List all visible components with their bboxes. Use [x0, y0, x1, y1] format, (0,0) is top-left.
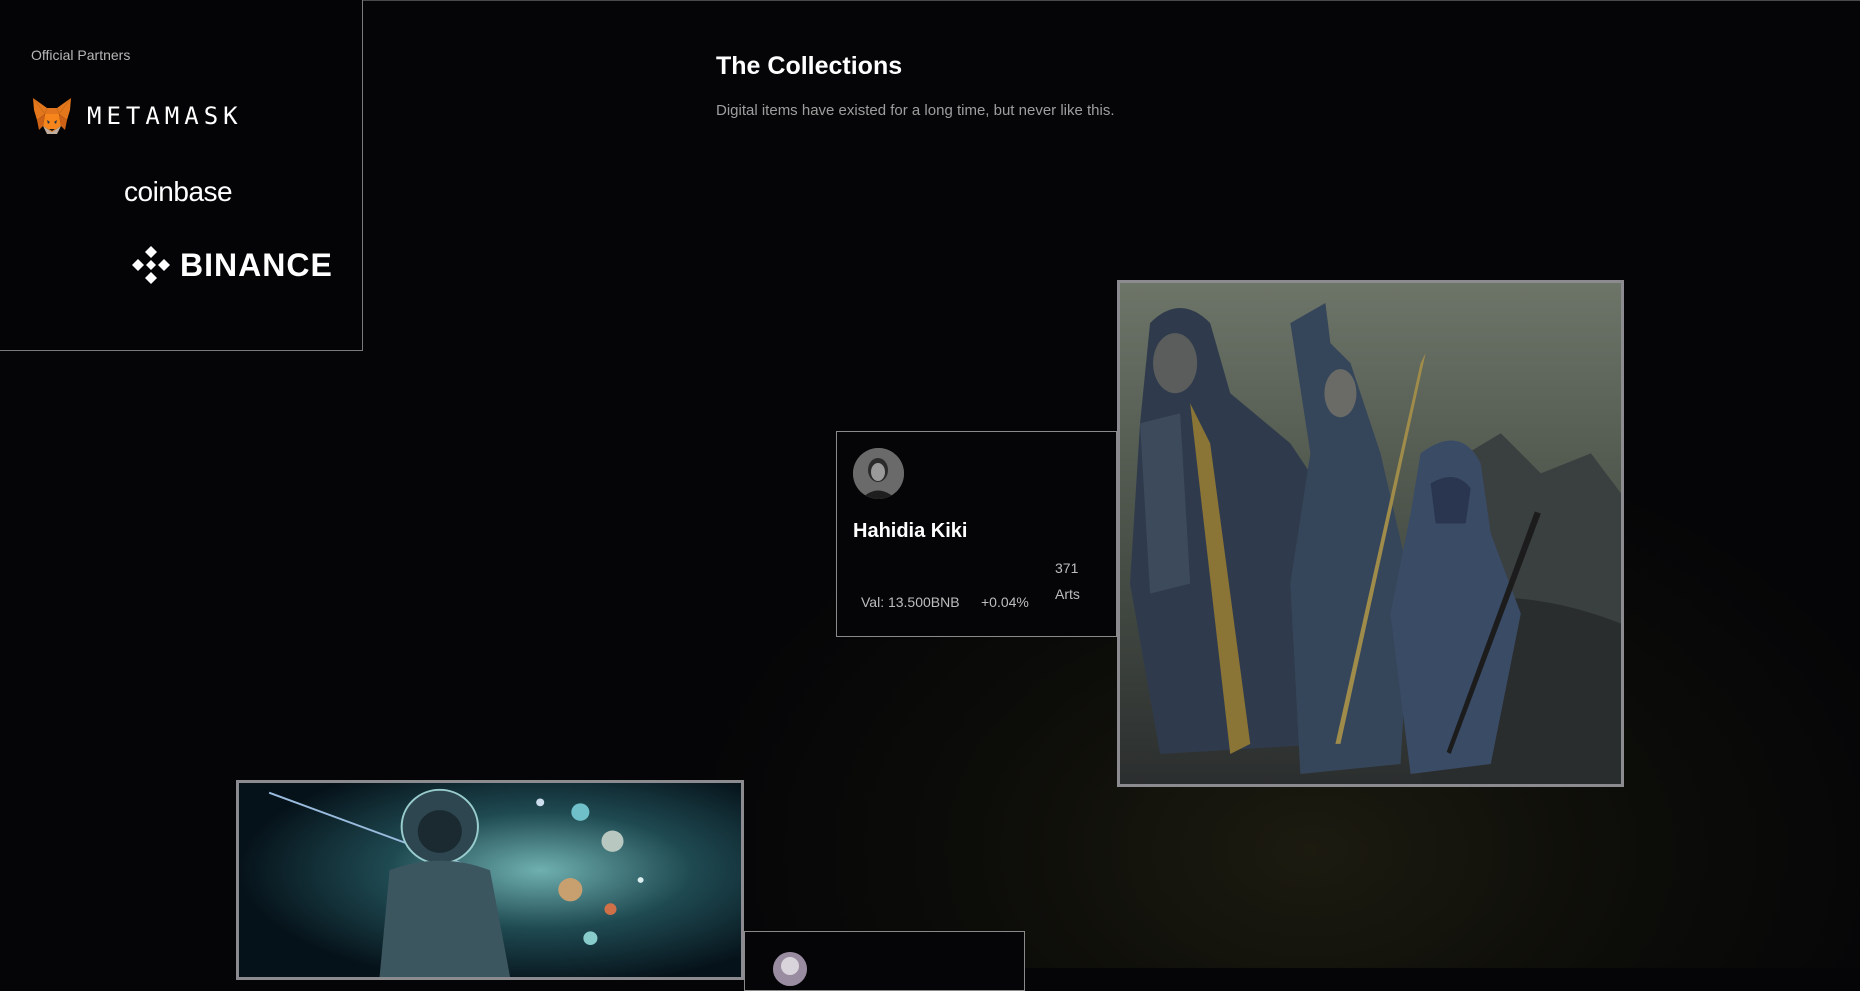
binance-wordmark: BINANCE — [180, 246, 333, 283]
collections-subtitle: Digital items have existed for a long ti… — [716, 102, 1115, 119]
creator-name[interactable]: Hahidia Kiki — [853, 520, 967, 543]
creator-card[interactable]: Hahidia Kiki 371 Arts Val: 13.500BNB +0.… — [836, 431, 1117, 637]
collections-title: The Collections — [716, 52, 903, 80]
binance-diamond-icon — [132, 246, 170, 284]
collection-artwork-astronaut[interactable] — [236, 780, 744, 980]
creator-change: +0.04% — [981, 594, 1029, 610]
partner-metamask[interactable]: METAMASK — [31, 96, 243, 136]
partner-coinbase[interactable]: coinbase — [124, 176, 233, 208]
creator-avatar-2[interactable] — [773, 952, 807, 986]
arts-count: 371 — [1055, 560, 1079, 576]
collection-artwork-robed-figures[interactable] — [1117, 280, 1624, 787]
metamask-fox-icon — [33, 98, 71, 134]
creator-card-2[interactable] — [744, 931, 1025, 991]
creator-value: Val: 13.500BNB — [861, 594, 960, 610]
creator-avatar[interactable] — [853, 448, 904, 499]
arts-label: Arts — [1055, 586, 1080, 602]
partners-panel: Official Partners METAMASK coinbase BINA… — [0, 0, 363, 351]
metamask-wordmark: METAMASK — [87, 102, 243, 130]
partner-binance[interactable]: BINANCE — [130, 244, 333, 286]
partners-title: Official Partners — [31, 47, 131, 63]
